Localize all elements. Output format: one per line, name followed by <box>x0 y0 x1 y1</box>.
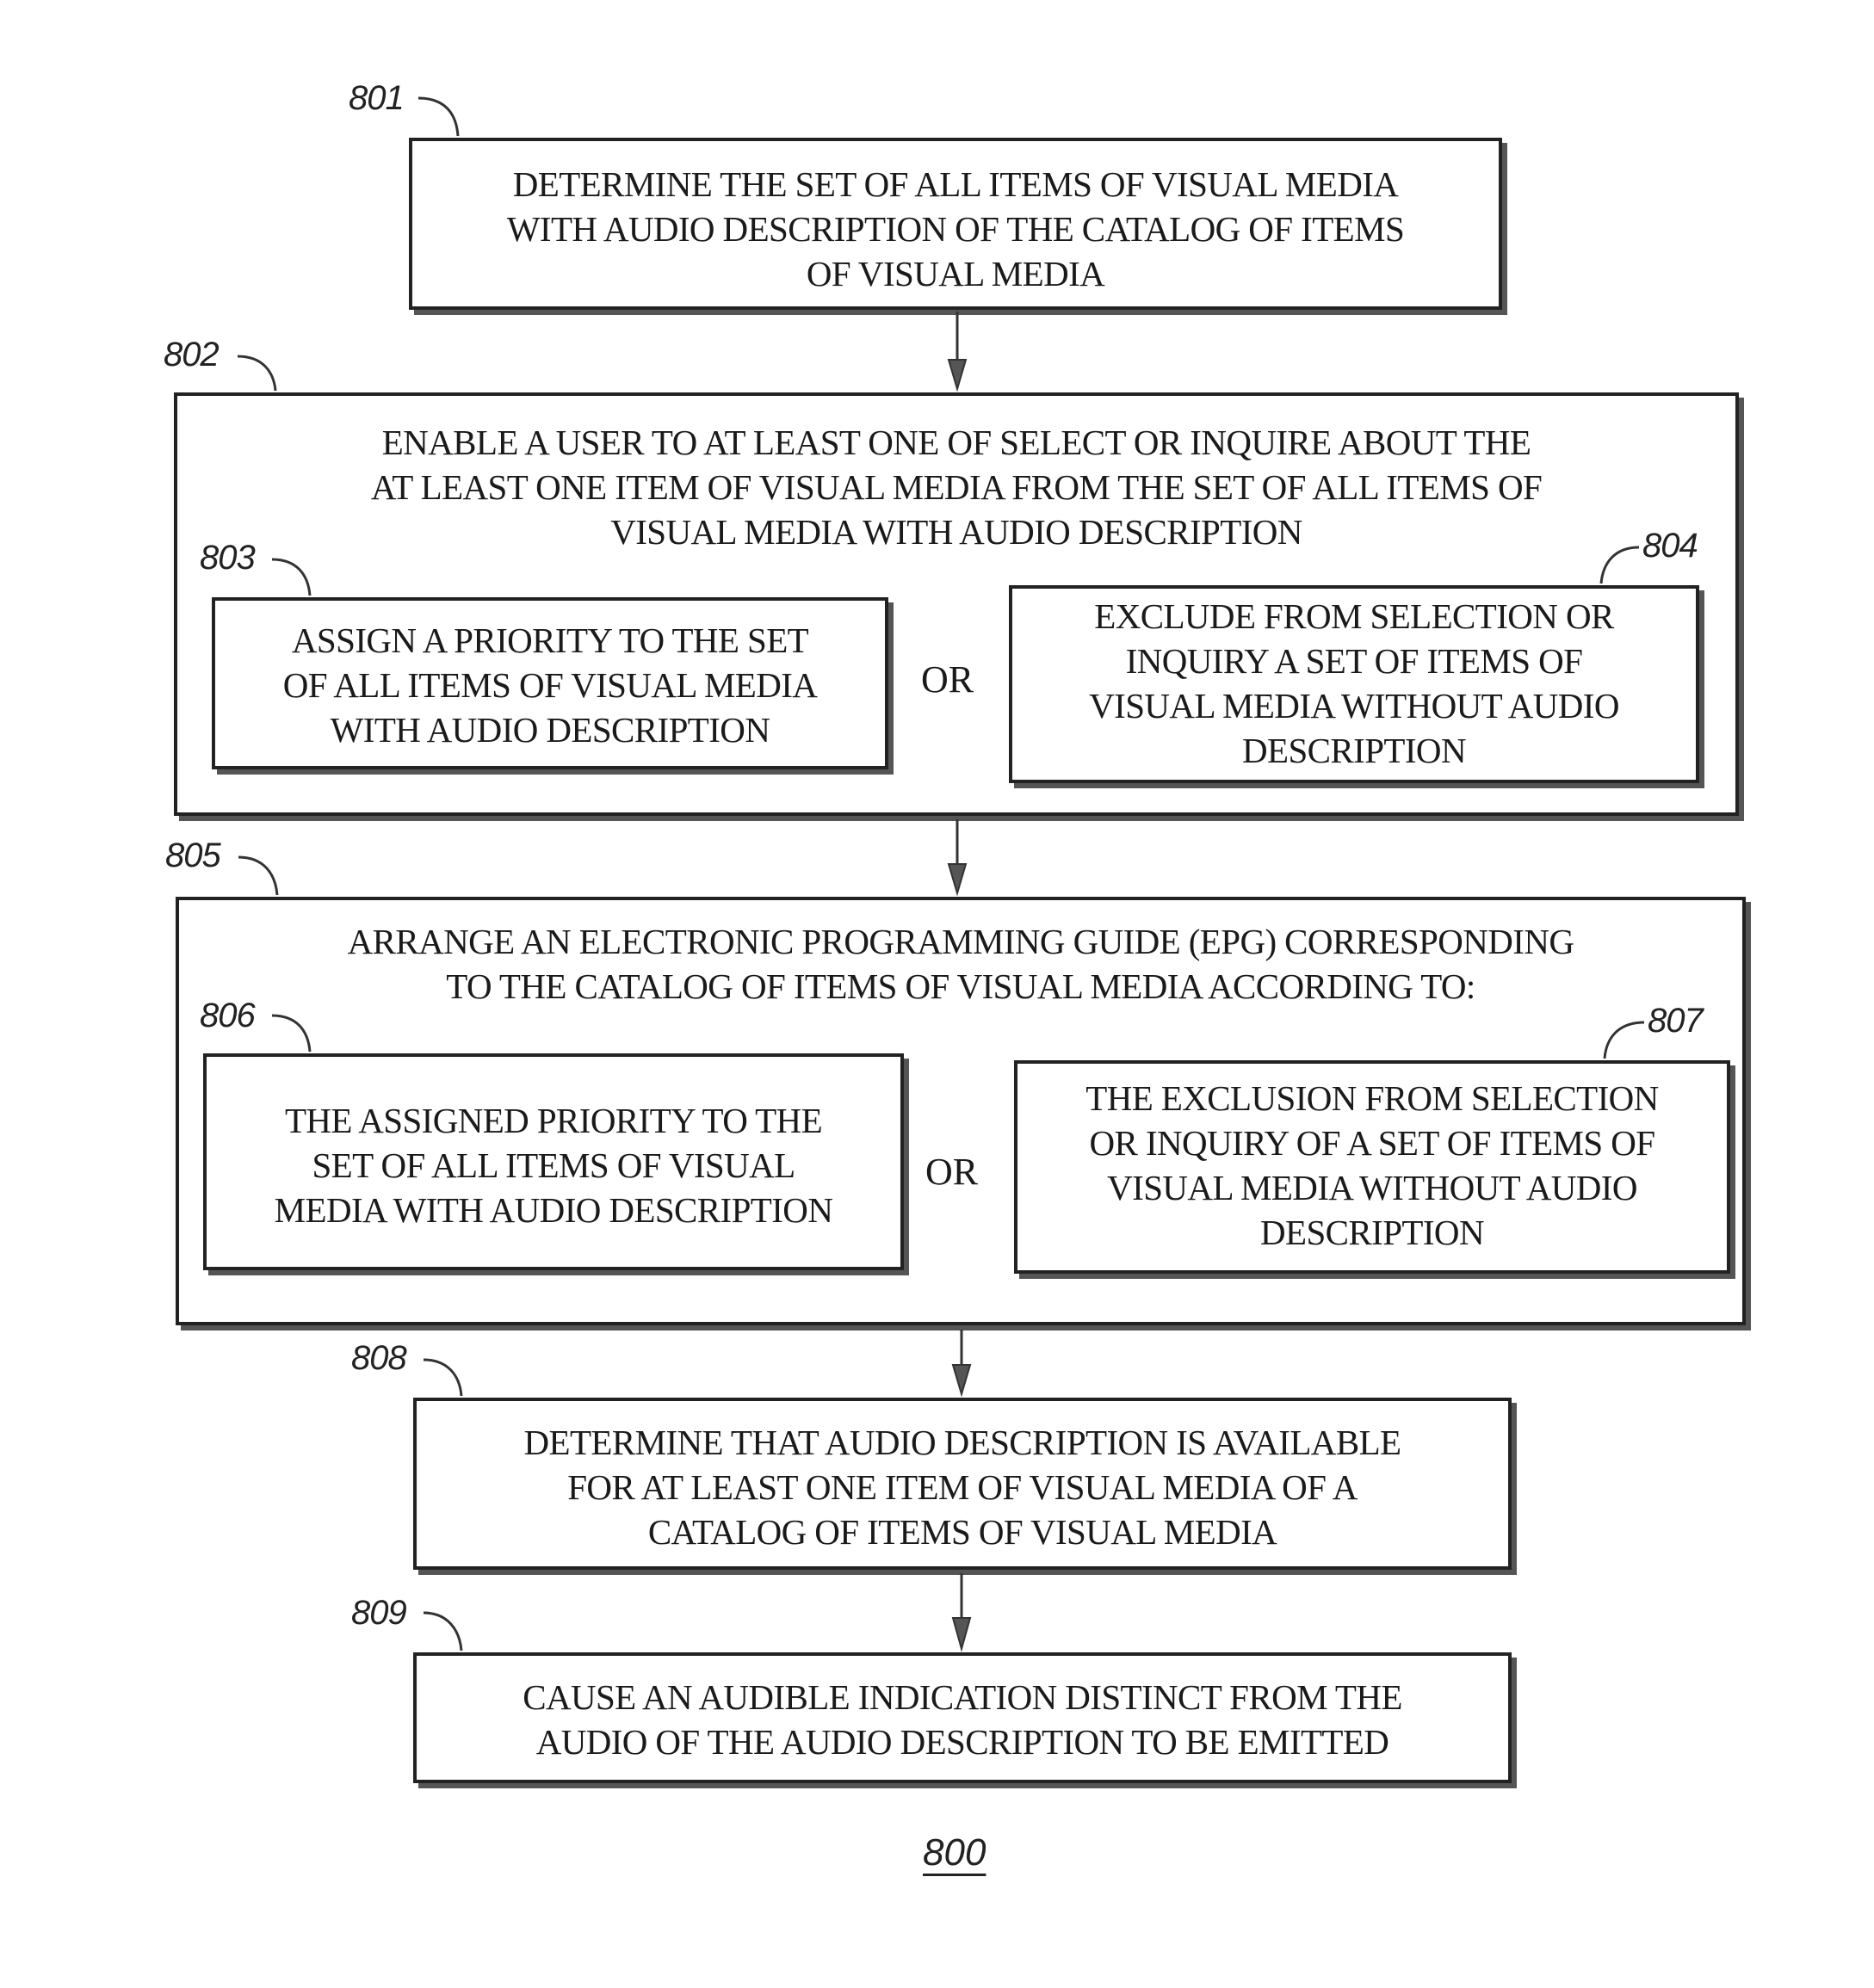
leader-line-808 <box>423 1358 463 1397</box>
step-807-text: THE EXCLUSION FROM SELECTION OR INQUIRY … <box>1085 1078 1659 1252</box>
step-802-text: ENABLE A USER TO AT LEAST ONE OF SELECT … <box>370 423 1543 552</box>
or-connector-1: OR <box>921 658 974 701</box>
ref-label-805: 805 <box>165 837 221 874</box>
or-connector-2: OR <box>925 1151 979 1193</box>
step-805-text: ARRANGE AN ELECTRONIC PROGRAMMING GUIDE … <box>347 922 1574 1006</box>
ref-label-808: 808 <box>351 1339 407 1377</box>
arrowhead-802-to-805 <box>947 863 968 897</box>
step-803-text: ASSIGN A PRIORITY TO THE SET OF ALL ITEM… <box>282 620 818 750</box>
ref-label-807: 807 <box>1648 1002 1704 1040</box>
step-808-text: DETERMINE THAT AUDIO DESCRIPTION IS AVAI… <box>523 1423 1402 1552</box>
ref-label-803: 803 <box>200 539 256 577</box>
ref-label-804: 804 <box>1642 527 1698 565</box>
step-804-box: EXCLUDE FROM SELECTION OR INQUIRY A SET … <box>1009 585 1699 783</box>
ref-label-806: 806 <box>200 997 256 1034</box>
leader-line-801 <box>417 96 460 137</box>
arrowhead-808-to-809 <box>951 1617 972 1652</box>
step-809-box: CAUSE AN AUDIBLE INDICATION DISTINCT FRO… <box>413 1652 1512 1783</box>
arrowhead-801-to-802 <box>947 359 968 392</box>
step-801-text: DETERMINE THE SET OF ALL ITEMS OF VISUAL… <box>506 164 1405 293</box>
step-806-text: THE ASSIGNED PRIORITY TO THE SET OF ALL … <box>274 1101 833 1230</box>
step-803-box: ASSIGN A PRIORITY TO THE SET OF ALL ITEM… <box>212 597 888 769</box>
step-804-text: EXCLUDE FROM SELECTION OR INQUIRY A SET … <box>1089 596 1619 770</box>
step-809-text: CAUSE AN AUDIBLE INDICATION DISTINCT FRO… <box>523 1677 1402 1762</box>
leader-line-805 <box>238 855 279 896</box>
step-801-box: DETERMINE THE SET OF ALL ITEMS OF VISUAL… <box>409 138 1502 310</box>
step-807-box: THE EXCLUSION FROM SELECTION OR INQUIRY … <box>1014 1060 1730 1274</box>
leader-line-809 <box>423 1611 463 1652</box>
ref-label-801: 801 <box>349 79 405 117</box>
figure-number: 800 <box>923 1831 986 1874</box>
step-808-box: DETERMINE THAT AUDIO DESCRIPTION IS AVAI… <box>413 1398 1512 1570</box>
ref-label-802: 802 <box>164 336 220 374</box>
arrowhead-805-to-808 <box>951 1364 972 1398</box>
leader-line-802 <box>237 355 277 392</box>
step-806-box: THE ASSIGNED PRIORITY TO THE SET OF ALL … <box>203 1053 904 1270</box>
ref-label-809: 809 <box>351 1594 407 1632</box>
